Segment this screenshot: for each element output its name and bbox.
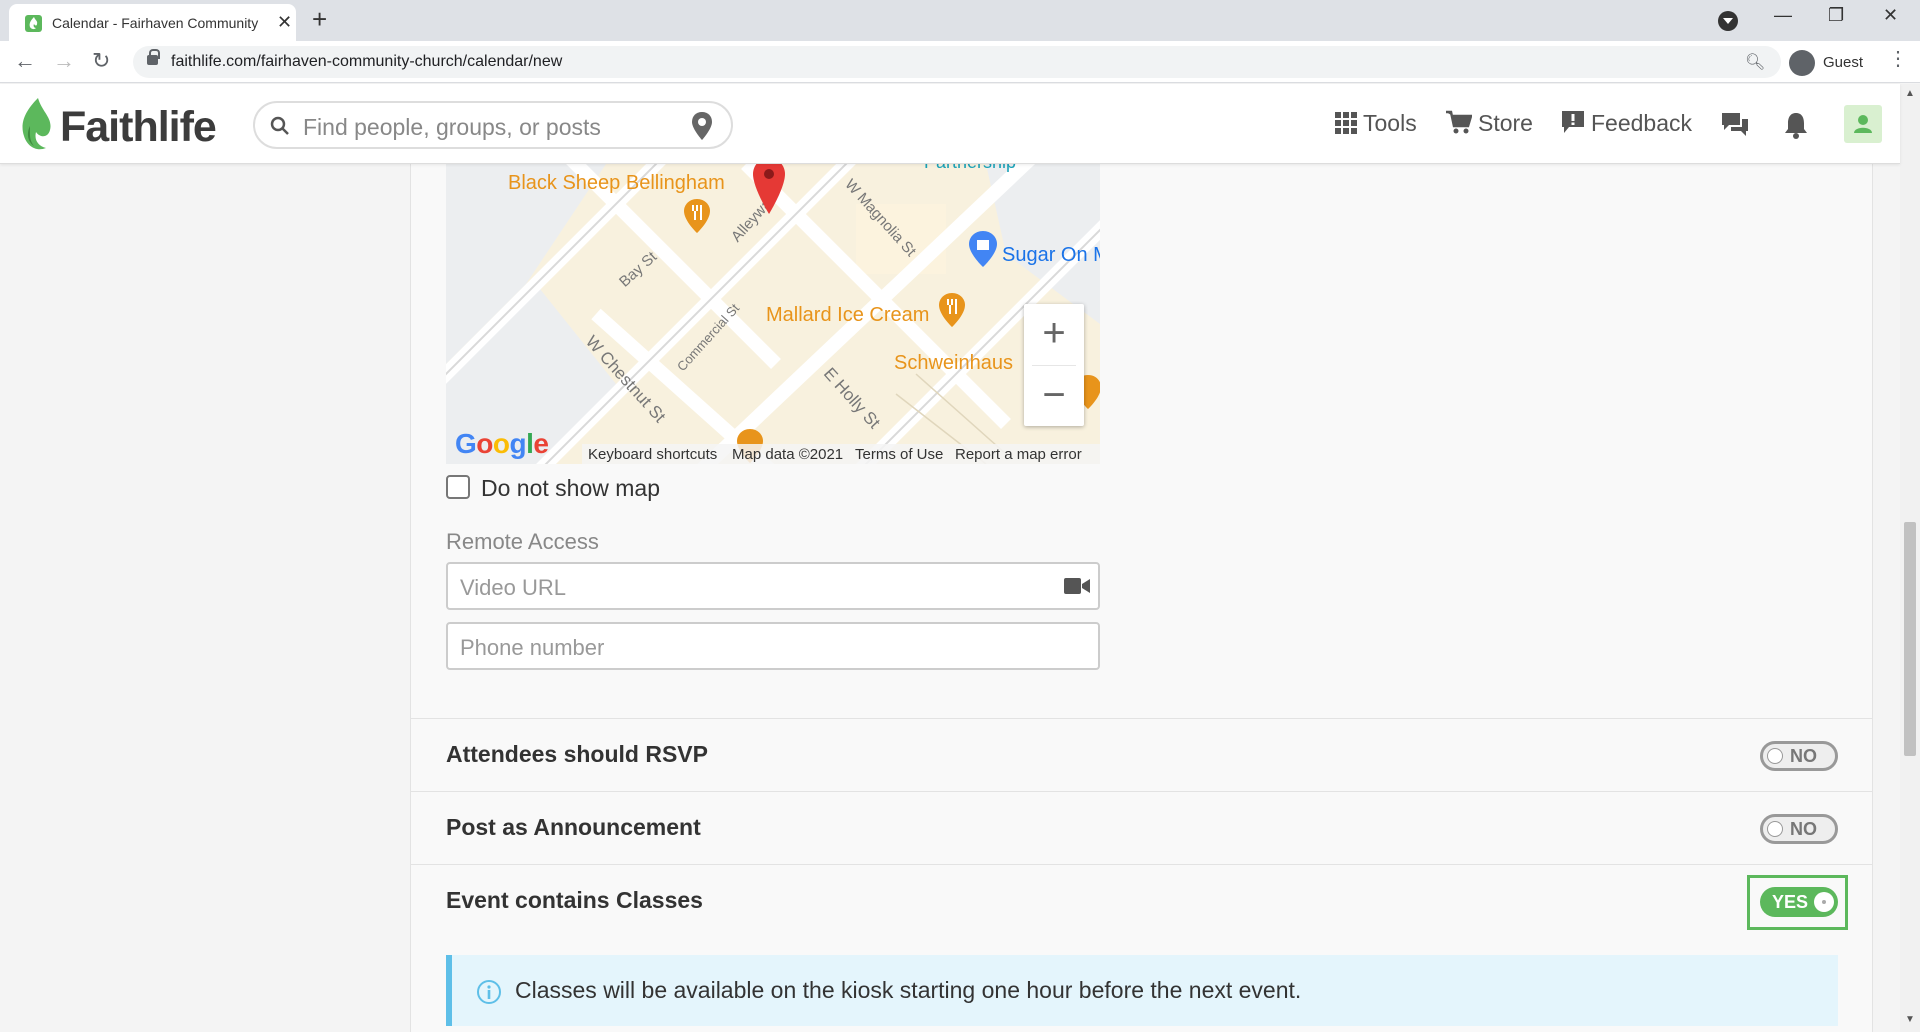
map-terms-link[interactable]: Terms of Use xyxy=(855,446,943,463)
video-url-placeholder: Video URL xyxy=(460,575,566,600)
location-pin-icon[interactable] xyxy=(691,111,713,141)
back-icon[interactable]: ← xyxy=(14,48,36,74)
toggle-knob xyxy=(1767,748,1783,764)
classes-info-banner: Classes will be available on the kiosk s… xyxy=(446,955,1838,1026)
feedback-icon xyxy=(1562,111,1584,133)
forward-icon[interactable]: → xyxy=(53,48,75,74)
rsvp-row: Attendees should RSVP NO xyxy=(410,718,1873,791)
new-tab-icon[interactable]: + xyxy=(312,6,327,32)
feedback-label: Feedback xyxy=(1591,110,1693,136)
search-icon xyxy=(270,116,289,135)
classes-label: Event contains Classes xyxy=(446,887,703,913)
do-not-show-map-label[interactable]: Do not show map xyxy=(481,475,660,502)
restore-icon[interactable]: ❐ xyxy=(1828,5,1844,26)
zoom-icon[interactable]: 🔍︎ xyxy=(1745,52,1765,72)
logo-text: Faithlife xyxy=(60,103,217,151)
lock-icon xyxy=(147,49,160,65)
classes-info-text: Classes will be available on the kiosk s… xyxy=(515,977,1302,1003)
toggle-knob xyxy=(1767,821,1783,837)
browser-menu-icon[interactable]: ⋮ xyxy=(1888,49,1908,69)
store-label: Store xyxy=(1478,110,1533,136)
map-keyboard-shortcuts-link[interactable]: Keyboard shortcuts xyxy=(588,446,717,463)
classes-row: Event contains Classes YES xyxy=(410,864,1873,937)
map-zoom-controls: + − xyxy=(1024,304,1084,426)
announcement-toggle[interactable]: NO xyxy=(1760,814,1838,844)
tools-label: Tools xyxy=(1363,110,1417,136)
tab-search-icon[interactable] xyxy=(1718,11,1738,31)
video-url-input[interactable]: Video URL xyxy=(446,562,1100,610)
shopping-pin-icon[interactable] xyxy=(968,230,998,268)
map-place-partnership[interactable]: Partnership xyxy=(924,164,1016,173)
site-header: Faithlife Find people, groups, or posts … xyxy=(0,84,1900,164)
cart-icon xyxy=(1446,110,1473,134)
tab-close-icon[interactable]: ✕ xyxy=(277,13,292,31)
search-placeholder: Find people, groups, or posts xyxy=(303,114,601,140)
tab-title: Calendar - Fairhaven Community xyxy=(52,15,259,31)
rsvp-toggle[interactable]: NO xyxy=(1760,741,1838,771)
user-account-button[interactable] xyxy=(1844,105,1882,143)
page-scrollbar[interactable]: ▲ ▼ xyxy=(1900,84,1920,1032)
faithlife-favicon-icon xyxy=(25,15,42,32)
announcement-toggle-text: NO xyxy=(1790,819,1817,839)
minimize-icon[interactable]: — xyxy=(1774,5,1792,26)
do-not-show-map-checkbox[interactable] xyxy=(446,475,470,499)
reload-icon[interactable]: ↻ xyxy=(92,48,110,74)
video-camera-icon xyxy=(1064,578,1090,594)
remote-access-label: Remote Access xyxy=(446,529,599,554)
close-window-icon[interactable]: ✕ xyxy=(1883,5,1898,26)
notifications-bell-icon[interactable] xyxy=(1783,111,1809,139)
store-link[interactable]: Store xyxy=(1446,110,1533,137)
browser-tabstrip: Calendar - Fairhaven Community ✕ + — ❐ ✕ xyxy=(0,0,1920,41)
user-icon xyxy=(1854,115,1872,133)
info-icon xyxy=(477,980,501,1004)
map-attribution-bar: Keyboard shortcuts Map data ©2021 Terms … xyxy=(582,444,1100,464)
location-map[interactable]: Black Sheep Bellingham Sugar On M Mallar… xyxy=(446,164,1100,464)
feedback-link[interactable]: Feedback xyxy=(1561,110,1692,137)
address-bar[interactable]: faithlife.com/fairhaven-community-church… xyxy=(133,46,1781,78)
map-zoom-out-button[interactable]: − xyxy=(1024,366,1084,426)
announcement-row: Post as Announcement NO xyxy=(410,791,1873,864)
tools-link[interactable]: Tools xyxy=(1335,110,1417,137)
icecream-pin-icon[interactable] xyxy=(938,292,966,328)
profile-label: Guest xyxy=(1823,54,1864,71)
restaurant-pin-icon[interactable] xyxy=(683,198,711,234)
rsvp-label: Attendees should RSVP xyxy=(446,741,708,767)
map-place-black-sheep[interactable]: Black Sheep Bellingham xyxy=(508,172,725,195)
toggle-knob xyxy=(1814,892,1834,912)
phone-number-placeholder: Phone number xyxy=(460,635,605,660)
browser-toolbar: ← → ↻ faithlife.com/fairhaven-community-… xyxy=(0,41,1920,83)
grid-icon xyxy=(1335,112,1357,134)
messages-icon[interactable] xyxy=(1720,111,1750,139)
announcement-label: Post as Announcement xyxy=(446,814,701,840)
profile-avatar-icon xyxy=(1789,50,1815,76)
browser-tab[interactable]: Calendar - Fairhaven Community ✕ xyxy=(9,4,296,41)
search-input[interactable]: Find people, groups, or posts xyxy=(253,101,733,149)
map-place-schweinhaus[interactable]: Schweinhaus xyxy=(894,352,1013,375)
faithlife-flame-icon xyxy=(22,98,51,150)
map-place-mallard[interactable]: Mallard Ice Cream xyxy=(766,304,929,327)
classes-toggle-text: YES xyxy=(1772,892,1809,912)
location-marker-icon[interactable] xyxy=(751,164,787,218)
map-place-sugar-on[interactable]: Sugar On M xyxy=(1002,244,1100,267)
scroll-thumb[interactable] xyxy=(1904,522,1916,756)
rsvp-toggle-text: NO xyxy=(1790,746,1817,766)
profile-button[interactable]: Guest xyxy=(1785,46,1895,78)
map-zoom-in-button[interactable]: + xyxy=(1024,304,1084,364)
url-text: faithlife.com/fairhaven-community-church… xyxy=(171,53,563,70)
scroll-down-icon[interactable]: ▼ xyxy=(1905,1014,1915,1025)
map-report-error-link[interactable]: Report a map error xyxy=(955,446,1082,463)
scroll-up-icon[interactable]: ▲ xyxy=(1905,88,1915,99)
classes-toggle[interactable]: YES xyxy=(1760,887,1838,917)
map-data-text: Map data ©2021 xyxy=(732,446,844,463)
phone-number-input[interactable]: Phone number xyxy=(446,622,1100,670)
google-logo[interactable]: Google xyxy=(455,428,549,460)
faithlife-logo[interactable]: Faithlife xyxy=(16,96,217,152)
